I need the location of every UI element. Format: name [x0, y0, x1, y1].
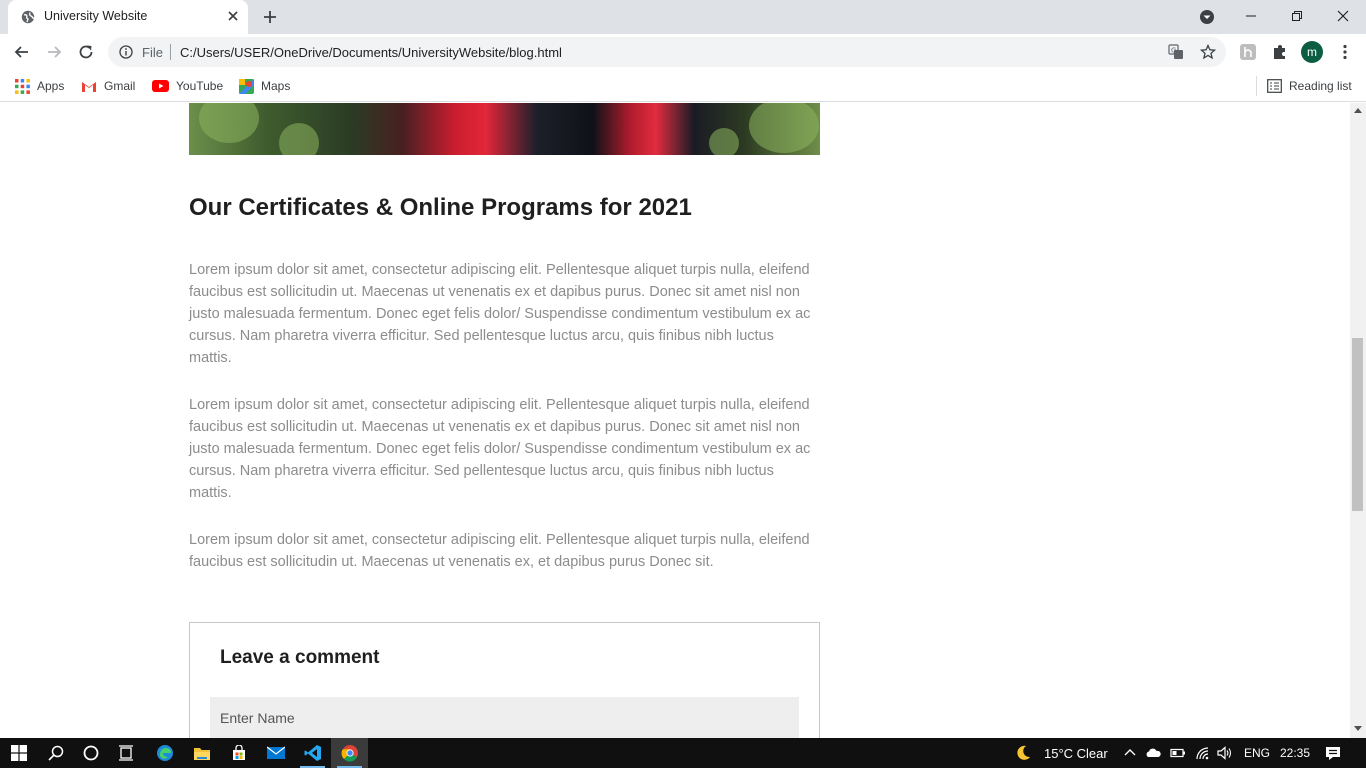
clock-time[interactable]: 22:35	[1280, 746, 1310, 760]
store-bag-icon	[232, 745, 245, 760]
minimize-button[interactable]	[1228, 0, 1274, 32]
close-tab-icon[interactable]	[224, 7, 242, 25]
bookmark-youtube[interactable]: YouTube	[152, 77, 223, 95]
search-icon	[47, 745, 63, 761]
minimize-icon	[1246, 15, 1256, 17]
scroll-thumb[interactable]	[1352, 338, 1363, 511]
article-title: Our Certificates & Online Programs for 2…	[189, 194, 692, 221]
address-bar[interactable]: File C:/Users/USER/OneDrive/Documents/Un…	[108, 37, 1226, 67]
weather-text[interactable]: 15°C Clear	[1044, 746, 1108, 761]
start-button[interactable]	[0, 738, 37, 768]
browser-tab[interactable]: University Website	[8, 0, 248, 34]
browser-toolbar: File C:/Users/USER/OneDrive/Documents/Un…	[0, 34, 1366, 70]
chevron-up-icon[interactable]	[1122, 745, 1138, 761]
mail-icon	[266, 746, 285, 759]
arrow-left-icon	[14, 46, 28, 58]
reload-icon	[79, 45, 93, 59]
scroll-up-arrow-icon[interactable]	[1354, 108, 1362, 113]
task-view-button[interactable]	[108, 738, 145, 768]
notification-icon[interactable]	[1325, 745, 1341, 761]
name-input[interactable]	[210, 697, 799, 738]
folder-icon	[193, 748, 210, 760]
comment-form: Leave a comment	[189, 622, 820, 738]
cortana-button[interactable]	[72, 738, 109, 768]
tab-strip: University Website	[0, 0, 1366, 34]
url-scheme-label: File	[142, 45, 163, 60]
windows-logo-icon	[10, 745, 27, 761]
windows-taskbar: 15°C Clear ENG 22:35	[0, 738, 1366, 768]
cortana-circle-icon	[83, 745, 98, 761]
task-view-icon	[118, 745, 133, 761]
restore-button[interactable]	[1274, 0, 1320, 32]
battery-icon[interactable]	[1170, 745, 1186, 761]
bookmark-maps-label: Maps	[261, 79, 291, 93]
chrome-icon	[341, 745, 358, 762]
reload-button[interactable]	[75, 41, 97, 63]
bookmark-star-icon[interactable]	[1200, 44, 1216, 60]
menu-kebab-icon[interactable]	[1336, 43, 1354, 61]
taskbar-edge[interactable]	[146, 738, 183, 768]
svg-text:G: G	[1171, 47, 1176, 55]
bookmarks-separator	[1256, 76, 1257, 96]
profile-avatar[interactable]: m	[1301, 41, 1323, 63]
reading-list-button[interactable]: Reading list	[1267, 77, 1352, 95]
article-paragraph: Lorem ipsum dolor sit amet, consectetur …	[189, 397, 811, 501]
speaker-icon[interactable]	[1216, 745, 1232, 761]
youtube-icon	[152, 80, 169, 92]
close-window-button[interactable]	[1320, 0, 1366, 32]
edge-icon	[156, 745, 173, 761]
scroll-down-arrow-icon[interactable]	[1354, 726, 1362, 731]
bookmark-gmail[interactable]: Gmail	[81, 77, 135, 95]
bookmark-apps[interactable]: Apps	[15, 77, 64, 95]
bookmark-maps[interactable]: Maps	[239, 77, 290, 95]
taskbar-chrome[interactable]	[331, 738, 368, 768]
taskbar-file-explorer[interactable]	[183, 738, 220, 768]
vscode-icon	[304, 745, 321, 761]
tab-title: University Website	[44, 9, 148, 23]
article-paragraph: Lorem ipsum dolor sit amet, consectetur …	[189, 262, 811, 366]
vertical-scrollbar[interactable]	[1350, 103, 1366, 738]
maps-icon	[239, 78, 254, 94]
hero-image	[189, 103, 820, 155]
page-viewport: Our Certificates & Online Programs for 2…	[0, 103, 1350, 738]
arrow-right-icon	[48, 46, 62, 58]
comment-heading: Leave a comment	[220, 647, 380, 668]
info-icon[interactable]	[119, 45, 133, 59]
translate-icon[interactable]: G	[1168, 44, 1184, 60]
globe-icon	[21, 10, 35, 24]
onedrive-cloud-icon[interactable]	[1145, 745, 1161, 761]
puzzle-icon[interactable]	[1271, 43, 1289, 61]
close-icon	[1337, 10, 1349, 22]
restore-icon	[1292, 11, 1302, 21]
reading-list-icon	[1267, 79, 1282, 93]
extension-icon[interactable]	[1239, 43, 1257, 61]
taskbar-mail[interactable]	[257, 738, 294, 768]
bookmark-youtube-label: YouTube	[176, 79, 224, 93]
article-paragraph: Lorem ipsum dolor sit amet, consectetur …	[189, 532, 810, 570]
forward-button[interactable]	[43, 41, 65, 63]
bookmark-apps-label: Apps	[37, 79, 65, 93]
search-button[interactable]	[37, 738, 74, 768]
gmail-icon	[82, 81, 96, 92]
taskbar-store[interactable]	[220, 738, 257, 768]
taskbar-vscode[interactable]	[294, 738, 331, 768]
language-indicator[interactable]: ENG	[1244, 746, 1270, 760]
new-tab-icon[interactable]	[261, 8, 279, 26]
reading-list-label: Reading list	[1289, 79, 1352, 93]
url-text[interactable]: C:/Users/USER/OneDrive/Documents/Univers…	[180, 45, 562, 60]
bookmarks-bar: Apps Gmail YouTube Maps Reading list	[0, 70, 1366, 102]
tab-search-icon[interactable]	[1198, 8, 1216, 26]
bookmark-gmail-label: Gmail	[104, 79, 136, 93]
apps-grid-icon	[15, 78, 30, 94]
wifi-icon[interactable]	[1194, 745, 1210, 761]
url-separator	[170, 44, 171, 60]
moon-weather-icon[interactable]	[1015, 745, 1031, 761]
back-button[interactable]	[11, 41, 33, 63]
